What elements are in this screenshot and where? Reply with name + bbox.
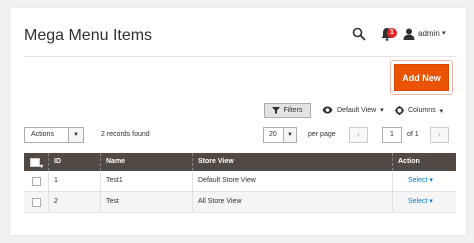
table-row: 2 Test All Store View Select ▾ bbox=[24, 192, 456, 213]
chevron-down-icon[interactable]: ▾ bbox=[429, 198, 433, 205]
chevron-down-icon[interactable]: ▾ bbox=[429, 177, 433, 184]
per-page-value: 20 bbox=[269, 131, 277, 138]
per-page-label: per page bbox=[308, 131, 336, 138]
user-name[interactable]: admin bbox=[418, 29, 440, 38]
cell-name: Test1 bbox=[100, 171, 192, 191]
row-checkbox[interactable] bbox=[32, 177, 41, 186]
actions-label: Actions bbox=[31, 131, 54, 138]
row-checkbox-cell bbox=[24, 192, 48, 212]
cell-id: 1 bbox=[48, 171, 100, 191]
chevron-down-icon: ▾ bbox=[380, 107, 384, 114]
chevron-down-icon[interactable]: ▾ bbox=[442, 29, 446, 37]
cell-store-view: Default Store View bbox=[192, 171, 392, 191]
header-divider bbox=[24, 56, 456, 57]
select-all-column[interactable]: ▾ bbox=[24, 153, 48, 171]
cell-action[interactable]: Select ▾ bbox=[392, 171, 456, 191]
select-action-link[interactable]: Select bbox=[408, 177, 427, 184]
column-header-name[interactable]: Name bbox=[100, 153, 192, 171]
table-row: 1 Test1 Default Store View Select ▾ bbox=[24, 171, 456, 192]
next-page-button[interactable]: › bbox=[430, 127, 449, 143]
user-icon[interactable] bbox=[403, 28, 415, 40]
grid-header: ▾ ID Name Store View Action bbox=[24, 153, 456, 171]
chevron-down-icon: ▼ bbox=[283, 128, 296, 142]
page-card: Mega Menu Items 1 admin ▾ Add New Filter… bbox=[10, 8, 466, 235]
cell-action[interactable]: Select ▾ bbox=[392, 192, 456, 212]
actions-dropdown[interactable]: Actions ▼ bbox=[24, 127, 84, 143]
per-page-dropdown[interactable]: 20 ▼ bbox=[263, 127, 297, 143]
cell-id: 2 bbox=[48, 192, 100, 212]
add-new-highlight: Add New bbox=[390, 60, 453, 95]
select-all-checkbox[interactable] bbox=[30, 158, 40, 167]
current-page-input[interactable]: 1 bbox=[382, 127, 402, 143]
page-title: Mega Menu Items bbox=[24, 27, 153, 44]
page-total: of 1 bbox=[407, 131, 419, 138]
column-header-store-view[interactable]: Store View bbox=[192, 153, 392, 171]
select-action-link[interactable]: Select bbox=[408, 198, 427, 205]
column-header-action: Action bbox=[392, 153, 456, 171]
filter-icon bbox=[272, 107, 281, 114]
notification-badge: 1 bbox=[387, 28, 397, 38]
eye-icon bbox=[322, 106, 333, 114]
data-grid: ▾ ID Name Store View Action 1 Test1 Defa… bbox=[24, 153, 456, 213]
gear-icon bbox=[395, 106, 404, 115]
filters-button[interactable]: Filters bbox=[264, 103, 311, 118]
cell-store-view: All Store View bbox=[192, 192, 392, 212]
chevron-down-icon: ▾ bbox=[439, 107, 444, 115]
add-new-button[interactable]: Add New bbox=[394, 64, 449, 91]
cell-name: Test bbox=[100, 192, 192, 212]
column-header-id[interactable]: ID bbox=[48, 153, 100, 171]
row-checkbox[interactable] bbox=[32, 198, 41, 207]
chevron-down-icon: ▼ bbox=[68, 128, 83, 142]
columns-control[interactable]: Columns ▾ bbox=[395, 106, 443, 115]
view-switcher[interactable]: Default View ▾ bbox=[322, 106, 384, 114]
search-icon[interactable] bbox=[352, 27, 366, 41]
view-label: Default View bbox=[337, 106, 377, 114]
records-count: 2 records found bbox=[101, 131, 150, 138]
row-checkbox-cell bbox=[24, 171, 48, 191]
filters-label: Filters bbox=[283, 107, 303, 114]
columns-label: Columns bbox=[408, 107, 436, 114]
previous-page-button[interactable]: ‹ bbox=[349, 127, 368, 143]
